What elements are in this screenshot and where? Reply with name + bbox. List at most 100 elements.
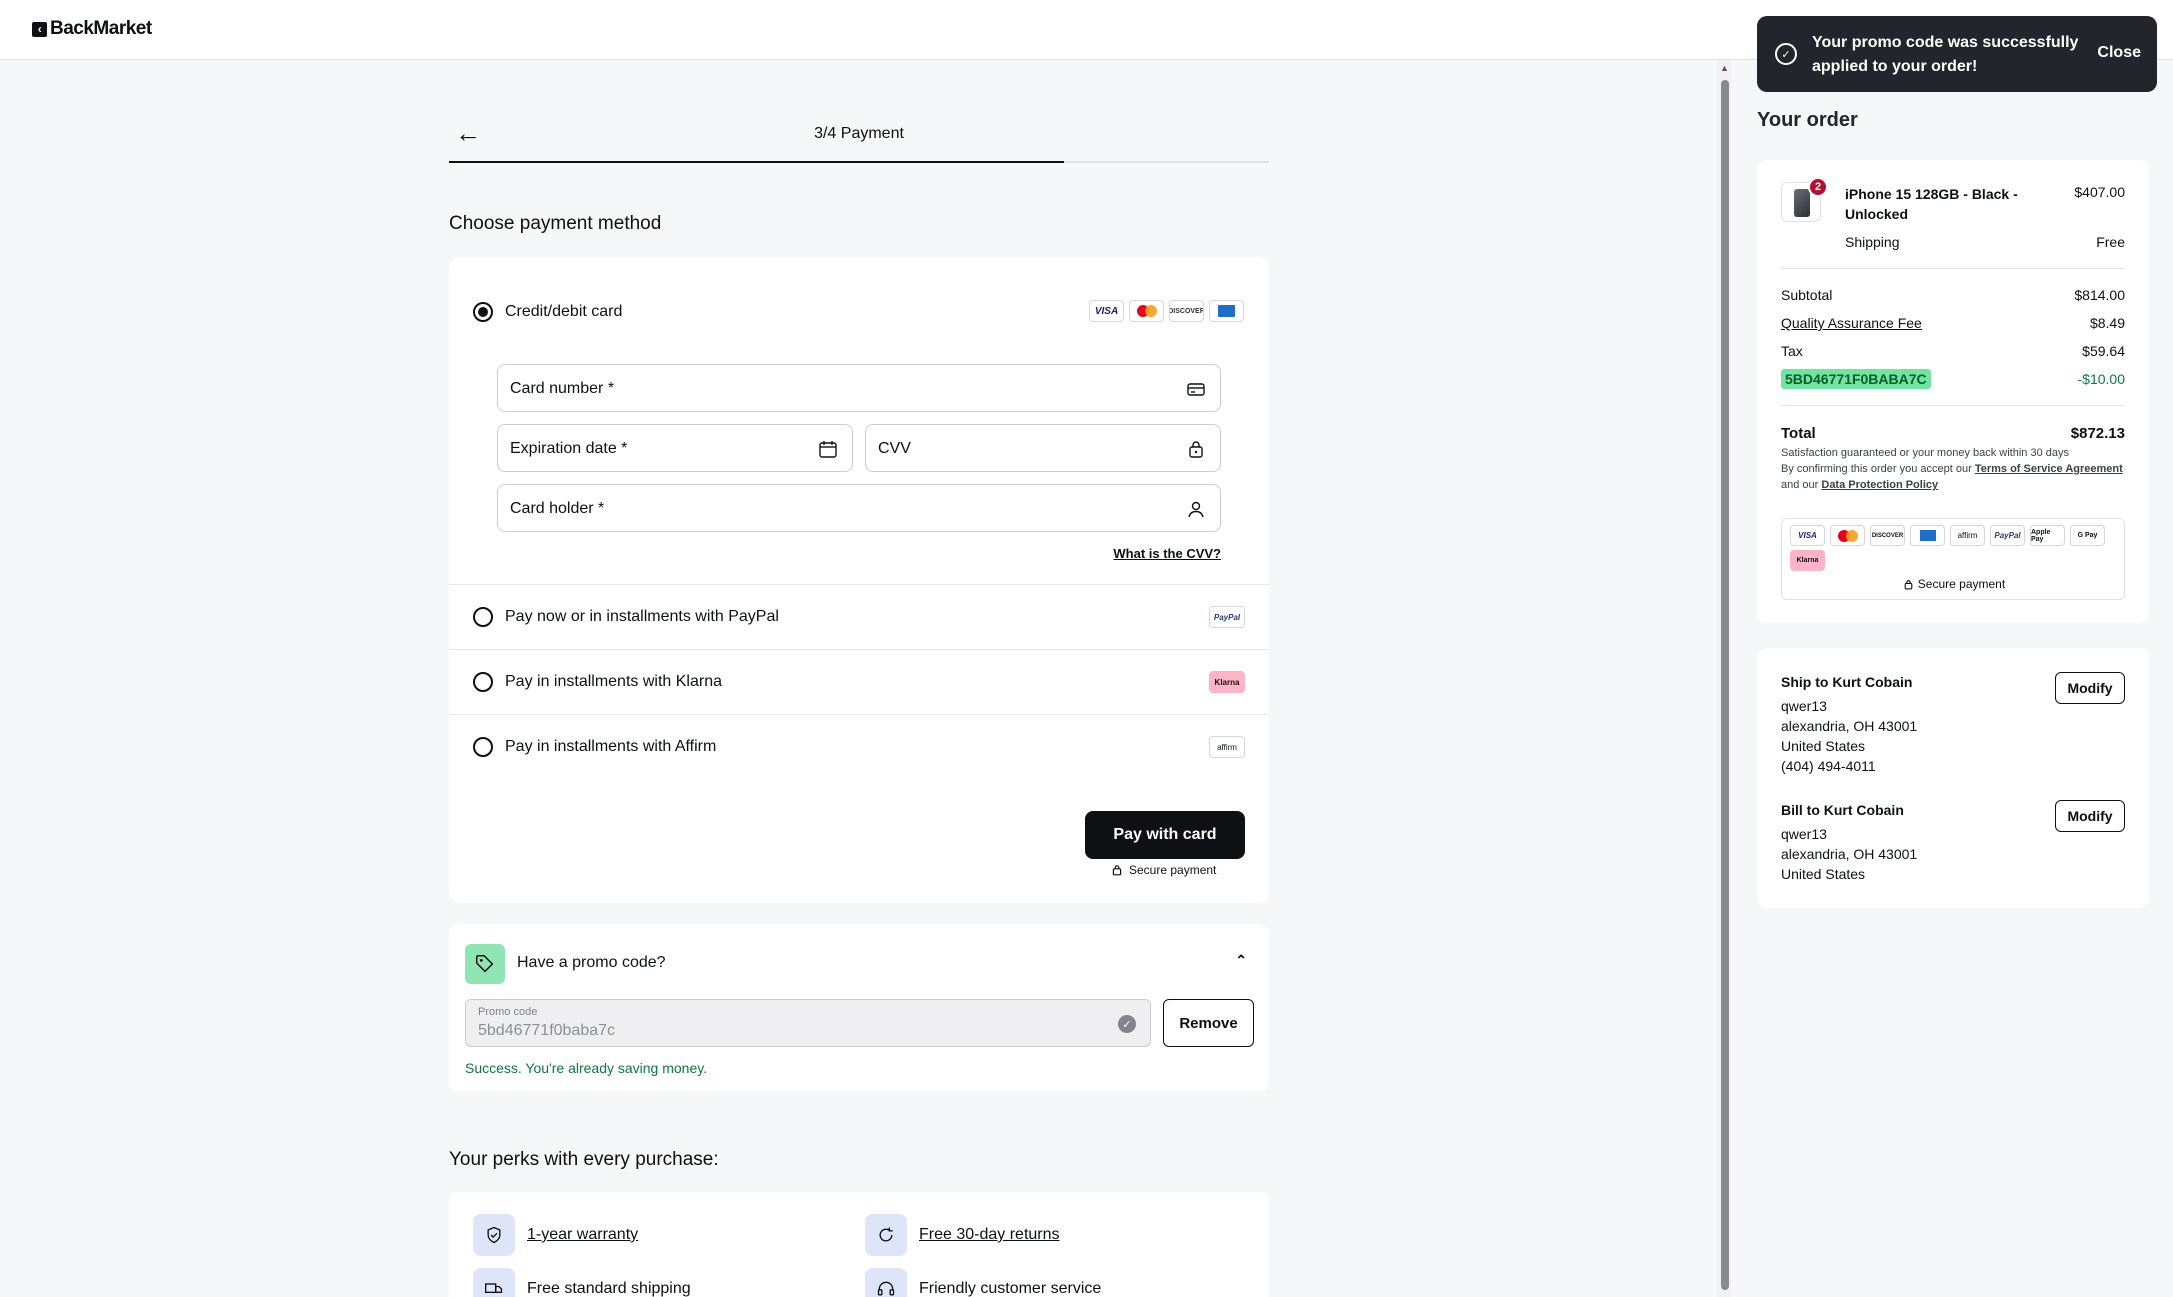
check-circle-icon: ✓ xyxy=(1118,1015,1136,1033)
discover-logo-icon: DISCOVER xyxy=(1169,300,1204,322)
google-pay-logo-icon: G Pay xyxy=(2070,525,2105,546)
radio-credit-card[interactable] xyxy=(473,302,493,322)
fee-value: $8.49 xyxy=(2089,315,2125,331)
shield-check-icon xyxy=(473,1214,515,1256)
promo-code-input[interactable]: Promo code 5bd46771f0baba7c ✓ xyxy=(465,999,1151,1047)
person-icon xyxy=(1188,501,1204,518)
amex-logo-icon xyxy=(1209,300,1244,322)
cvv-placeholder: CVV xyxy=(878,440,911,457)
returns-icon xyxy=(865,1214,907,1256)
accepted-payments-box: VISA DISCOVER affirm PayPal Apple Pay G … xyxy=(1781,518,2125,600)
scroll-up-arrow-icon[interactable]: ▲ xyxy=(1720,63,1729,73)
perks-card: 1-year warranty Free 30-day returns Free… xyxy=(449,1192,1269,1297)
quantity-badge: 2 xyxy=(1808,177,1828,197)
terms-prefix: By confirming this order you accept our xyxy=(1781,463,1972,475)
expiration-date-field[interactable]: Expiration date * xyxy=(497,424,853,472)
perk-returns-link[interactable]: Free 30-day returns xyxy=(919,1226,1060,1244)
subtotal-label: Subtotal xyxy=(1781,287,1833,303)
promo-success-message: Success. You're already saving money. xyxy=(465,1060,708,1076)
step-progress-track xyxy=(449,161,1269,163)
truck-icon xyxy=(473,1268,515,1297)
visa-logo-icon: VISA xyxy=(1089,300,1124,322)
perks-title: Your perks with every purchase: xyxy=(449,1149,719,1170)
divider xyxy=(1781,405,2125,406)
shipping-label: Shipping xyxy=(1845,234,1900,250)
backmarket-logo[interactable]: ‹ BackMarket xyxy=(32,18,152,40)
guarantee-text: Satisfaction guaranteed or your money ba… xyxy=(1781,447,2069,459)
remove-promo-button[interactable]: Remove xyxy=(1163,999,1254,1047)
payment-methods-card: Credit/debit card VISA DISCOVER Card num… xyxy=(449,257,1269,903)
secure-payment-note: Secure payment xyxy=(1782,577,2126,591)
klarna-logo-icon: Klarna xyxy=(1209,671,1245,693)
perk-service: Friendly customer service xyxy=(865,1268,1101,1297)
product-name: iPhone 15 128GB - Black - Unlocked xyxy=(1845,186,2018,222)
card-holder-field[interactable]: Card holder * xyxy=(497,484,1221,532)
visa-logo-icon: VISA xyxy=(1790,525,1825,546)
total-row: Total $872.13 xyxy=(1781,425,2125,442)
tax-label: Tax xyxy=(1781,343,1803,359)
radio-klarna[interactable] xyxy=(473,672,493,692)
discover-logo-icon: DISCOVER xyxy=(1870,525,1905,546)
step-progress-fill xyxy=(449,161,1064,163)
card-number-field[interactable]: Card number * xyxy=(497,364,1221,412)
what-is-cvv-link[interactable]: What is the CVV? xyxy=(1113,546,1221,561)
radio-affirm[interactable] xyxy=(473,737,493,757)
bill-address-line: United States xyxy=(1781,866,1866,882)
promo-discount: -$10.00 xyxy=(2077,371,2125,387)
promo-toast: ✓ Your promo code was successfully appli… xyxy=(1757,16,2157,92)
promo-input-value: 5bd46771f0baba7c xyxy=(478,1022,616,1039)
option-label-affirm: Pay in installments with Affirm xyxy=(505,738,717,755)
promo-title[interactable]: Have a promo code? xyxy=(517,954,666,972)
secure-payment-note: Secure payment xyxy=(1111,863,1216,877)
perk-shipping: Free standard shipping xyxy=(473,1268,691,1297)
calendar-icon xyxy=(819,441,837,458)
pay-with-card-button[interactable]: Pay with card xyxy=(1085,811,1245,859)
total-label: Total xyxy=(1781,425,1816,442)
card-brand-logos: VISA DISCOVER xyxy=(1089,300,1244,322)
secure-payment-label: Secure payment xyxy=(1129,863,1217,877)
terms-link[interactable]: Terms of Service Agreement xyxy=(1975,463,2123,475)
perk-warranty-link[interactable]: 1-year warranty xyxy=(527,1226,638,1244)
ship-address-line: United States xyxy=(1781,738,1866,754)
mastercard-logo-icon xyxy=(1830,525,1865,546)
promo-row: 5BD46771F0BABA7C -$10.00 xyxy=(1781,369,2125,389)
product-thumbnail: 2 xyxy=(1781,177,1828,222)
total-value: $872.13 xyxy=(2070,425,2125,442)
amex-logo-icon xyxy=(1910,525,1945,546)
main-scrollbar[interactable]: ▲ xyxy=(1717,60,1731,1297)
paypal-logo-icon: PayPal xyxy=(1990,525,2025,546)
card-number-placeholder: Card number * xyxy=(510,380,615,397)
klarna-logo-icon: Klarna xyxy=(1790,550,1825,571)
mastercard-logo-icon xyxy=(1129,300,1164,322)
lock-icon xyxy=(1112,865,1122,876)
logo-text: BackMarket xyxy=(50,18,152,39)
option-label-credit-card: Credit/debit card xyxy=(505,303,623,320)
card-holder-placeholder: Card holder * xyxy=(510,500,605,517)
perk-warranty: 1-year warranty xyxy=(473,1214,638,1256)
toast-close-button[interactable]: Close xyxy=(2097,44,2141,62)
ship-to-title: Ship to Kurt Cobain xyxy=(1781,674,1913,690)
chevron-up-icon[interactable]: ⌃ xyxy=(1235,952,1247,969)
scrollbar-thumb[interactable] xyxy=(1721,80,1729,1290)
promo-code-card: Have a promo code? ⌃ Promo code 5bd46771… xyxy=(449,924,1269,1091)
modify-shipping-button[interactable]: Modify xyxy=(2055,672,2125,704)
step-title: 3/4 Payment xyxy=(814,125,904,142)
affirm-logo-icon: affirm xyxy=(1950,525,1985,546)
order-title: Your order xyxy=(1757,109,1858,131)
subtotal-value: $814.00 xyxy=(2074,287,2125,303)
cvv-field[interactable]: CVV xyxy=(865,424,1221,472)
privacy-link[interactable]: Data Protection Policy xyxy=(1821,479,1938,491)
tax-row: Tax $59.64 xyxy=(1781,343,2125,359)
ship-phone: (404) 494-4011 xyxy=(1781,758,1876,774)
perk-service-label: Friendly customer service xyxy=(919,1280,1102,1297)
secure-payment-label: Secure payment xyxy=(1917,577,2006,591)
address-card: Ship to Kurt Cobain Modify qwer13 alexan… xyxy=(1757,648,2149,908)
modify-billing-button[interactable]: Modify xyxy=(2055,800,2125,832)
headset-icon xyxy=(865,1268,907,1297)
bill-address-line: alexandria, OH 43001 xyxy=(1781,846,1918,862)
radio-paypal[interactable] xyxy=(473,607,493,627)
divider xyxy=(449,584,1269,585)
quality-fee-link[interactable]: Quality Assurance Fee xyxy=(1781,315,1922,331)
ship-address-line: qwer13 xyxy=(1781,698,1827,714)
option-label-klarna: Pay in installments with Klarna xyxy=(505,673,722,690)
